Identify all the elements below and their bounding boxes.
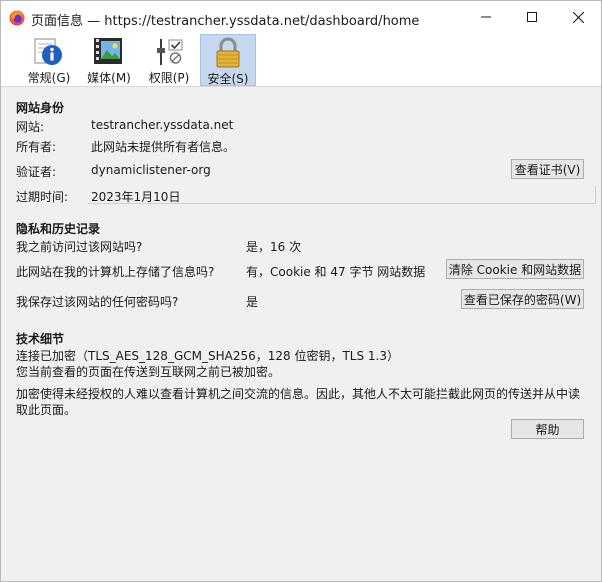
- close-icon: [572, 11, 584, 23]
- expires-label: 过期时间:: [16, 190, 69, 204]
- privacy-heading: 隐私和历史记录: [16, 222, 101, 236]
- page-encrypted-text: 您当前查看的页面在传送到互联网之前已被加密。: [16, 365, 281, 379]
- stored-answer: 有，Cookie 和 47 字节 网站数据: [246, 265, 426, 279]
- tab-security-label: 安全(S): [207, 72, 249, 86]
- verifier-value: dynamiclistener-org: [91, 163, 211, 177]
- owner-label: 所有者:: [16, 140, 57, 154]
- firefox-icon: [9, 10, 25, 26]
- owner-value: 此网站未提供所有者信息。: [91, 140, 236, 154]
- connection-encrypted-text: 连接已加密（TLS_AES_128_GCM_SHA256，128 位密钥，TLS…: [16, 349, 399, 363]
- technical-heading: 技术细节: [16, 332, 65, 346]
- visited-answer: 是，16 次: [246, 240, 302, 254]
- tab-media-label: 媒体(M): [87, 71, 131, 85]
- toolbar: 常规(G) 媒体(M) 权限(P) 安全(S): [1, 33, 601, 87]
- maximize-button[interactable]: [509, 1, 555, 33]
- tab-security[interactable]: 安全(S): [200, 34, 256, 86]
- close-button[interactable]: [555, 1, 601, 33]
- tab-general[interactable]: 常规(G): [23, 34, 75, 86]
- media-icon: [94, 38, 122, 64]
- password-answer: 是: [246, 295, 259, 309]
- website-label: 网站:: [16, 120, 45, 134]
- visited-question: 我之前访问过该网站吗?: [16, 240, 143, 254]
- identity-heading: 网站身份: [16, 101, 65, 115]
- password-question: 我保存过该网站的任何密码吗?: [16, 295, 179, 309]
- encryption-explanation-text: 加密使得未经授权的人难以查看计算机之间交流的信息。因此，其他人不太可能拦截此网页…: [16, 387, 581, 417]
- tab-permissions[interactable]: 权限(P): [143, 34, 195, 86]
- maximize-icon: [527, 12, 537, 22]
- permissions-icon: [157, 39, 183, 65]
- window-title: 页面信息 — https://testrancher.yssdata.net/d…: [31, 14, 420, 29]
- stored-question: 此网站在我的计算机上存储了信息吗?: [16, 265, 215, 279]
- view-saved-passwords-button[interactable]: 查看已保存的密码(W): [461, 289, 584, 309]
- help-button[interactable]: 帮助: [511, 419, 584, 439]
- expires-value: 2023年1月10日: [91, 190, 181, 204]
- website-value: testrancher.yssdata.net: [91, 118, 234, 132]
- minimize-icon: [481, 16, 491, 18]
- title-bar[interactable]: 页面信息 — https://testrancher.yssdata.net/d…: [1, 1, 601, 33]
- view-certificate-button[interactable]: 查看证书(V): [511, 159, 584, 179]
- tab-permissions-label: 权限(P): [148, 71, 190, 85]
- page-info-window: 页面信息 — https://testrancher.yssdata.net/d…: [0, 0, 602, 582]
- verifier-label: 验证者:: [16, 165, 57, 179]
- tab-media[interactable]: 媒体(M): [81, 34, 137, 86]
- lock-icon: [216, 37, 240, 68]
- clear-cookies-button[interactable]: 清除 Cookie 和网站数据: [446, 259, 584, 279]
- info-icon: [34, 38, 62, 65]
- tab-general-label: 常规(G): [27, 71, 71, 85]
- minimize-button[interactable]: [463, 1, 509, 33]
- security-panel: 网站身份 网站: testrancher.yssdata.net 所有者: 此网…: [1, 88, 601, 582]
